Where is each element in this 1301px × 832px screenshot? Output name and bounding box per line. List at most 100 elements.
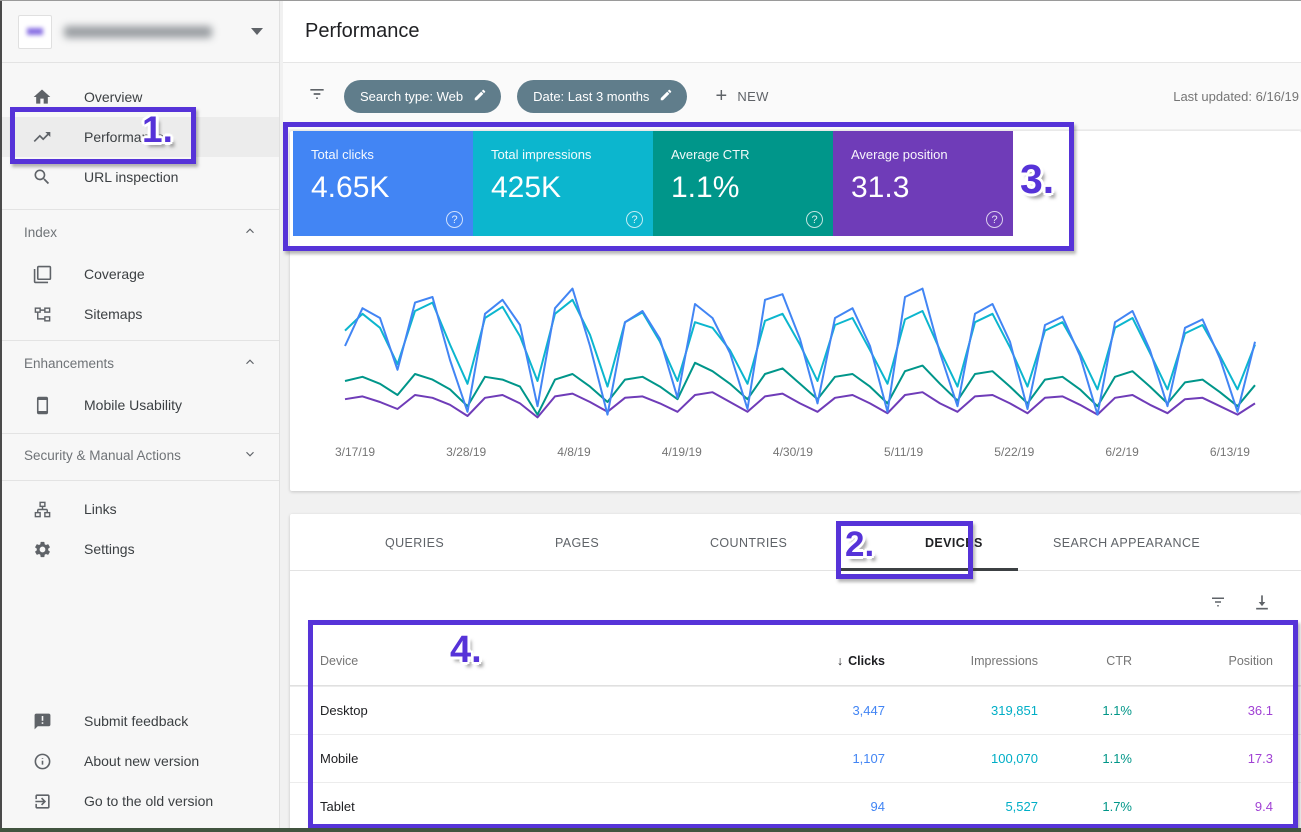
links-icon [32,499,52,519]
home-icon [32,87,52,107]
date-range-chip[interactable]: Date: Last 3 months [517,80,687,113]
sidebar-item-about-new-version[interactable]: About new version [2,741,279,781]
performance-chart-panel: Total clicks 4.65K ? Total impressions 4… [290,131,1301,491]
col-header-device[interactable]: Device [290,654,735,668]
metric-label: Total clicks [311,147,473,162]
exit-icon [32,791,52,811]
metric-label: Total impressions [491,147,653,162]
page-title: Performance [283,20,420,43]
tab-pages[interactable]: PAGES [555,514,599,571]
tab-countries[interactable]: COUNTRIES [710,514,787,571]
sidebar-item-url-inspection[interactable]: URL inspection [2,157,279,197]
help-icon[interactable]: ? [986,211,1003,228]
sidebar-item-submit-feedback[interactable]: Submit feedback [2,701,279,741]
caret-down-icon [251,28,263,35]
tab-devices[interactable]: DEVICES [925,514,983,571]
performance-line-chart [345,283,1255,423]
site-logo [18,15,52,49]
x-tick: 5/22/19 [994,445,1034,459]
sidebar-item-label: Go to the old version [84,793,213,809]
sidebar-section-security[interactable]: Security & Manual Actions [2,434,279,480]
sidebar-item-sitemaps[interactable]: Sitemaps [2,294,279,334]
chevron-up-icon [243,224,257,241]
last-updated-label: Last updated: 6/16/19 [1173,63,1301,129]
sidebar-item-label: Sitemaps [84,306,142,322]
sidebar: Overview Performance URL inspection Inde… [0,1,280,832]
tab-queries[interactable]: QUERIES [385,514,444,571]
dimension-tabs: QUERIES PAGES COUNTRIES DEVICES SEARCH A… [290,514,1301,571]
search-type-chip[interactable]: Search type: Web [344,80,501,113]
x-tick: 4/8/19 [557,445,590,459]
table-filter-icon[interactable] [1207,591,1229,613]
x-tick: 4/30/19 [773,445,813,459]
search-console-app: Overview Performance URL inspection Inde… [0,0,1301,832]
metric-value: 31.3 [851,171,1013,205]
x-tick: 3/28/19 [446,445,486,459]
metric-cards: Total clicks 4.65K ? Total impressions 4… [293,131,1013,236]
sidebar-item-links[interactable]: Links [2,489,279,529]
coverage-icon [32,264,52,284]
table-row-desktop[interactable]: Desktop 3,447 319,851 1.1% 36.1 [290,686,1301,734]
plus-icon: + [715,85,727,108]
pencil-icon [659,88,673,105]
col-header-impressions[interactable]: Impressions [885,654,1038,668]
col-header-clicks[interactable]: ↓Clicks [735,654,885,668]
help-icon[interactable]: ? [806,211,823,228]
tab-search-appearance[interactable]: SEARCH APPEARANCE [1053,514,1200,571]
average-position-card[interactable]: Average position 31.3 ? [833,131,1013,236]
mobile-icon [32,395,52,415]
sidebar-item-go-to-old-version[interactable]: Go to the old version [2,781,279,821]
devices-table: Device ↓Clicks Impressions CTR Position … [290,636,1301,830]
filter-bar: Search type: Web Date: Last 3 months + N… [283,63,1301,129]
search-icon [32,167,52,187]
sidebar-item-label: Performance [84,129,164,145]
metric-label: Average position [851,147,1013,162]
sort-descending-icon: ↓ [837,654,843,668]
sidebar-item-label: About new version [84,753,199,769]
new-filter-button[interactable]: + NEW [715,85,768,108]
sidebar-item-label: Overview [84,89,142,105]
feedback-icon [32,711,52,731]
table-row-mobile[interactable]: Mobile 1,107 100,070 1.1% 17.3 [290,734,1301,782]
selected-tab-underline [841,568,1018,571]
x-tick: 6/13/19 [1210,445,1250,459]
property-selector[interactable] [2,1,279,63]
sidebar-item-label: URL inspection [84,169,178,185]
main-header: Performance [283,1,1301,63]
screenshot-bottom-edge [0,828,1301,832]
pencil-icon [473,88,487,105]
download-icon[interactable] [1251,591,1273,613]
x-tick: 4/19/19 [662,445,702,459]
metric-value: 425K [491,171,653,205]
average-ctr-card[interactable]: Average CTR 1.1% ? [653,131,833,236]
table-row-tablet[interactable]: Tablet 94 5,527 1.7% 9.4 [290,782,1301,830]
x-tick: 5/11/19 [884,445,923,459]
sidebar-item-overview[interactable]: Overview [2,77,279,117]
sidebar-section-enhancements[interactable]: Enhancements [2,341,279,385]
chevron-down-icon [243,447,257,464]
help-icon[interactable]: ? [626,211,643,228]
dimensions-table-panel: QUERIES PAGES COUNTRIES DEVICES SEARCH A… [290,514,1301,832]
sidebar-item-label: Mobile Usability [84,397,182,413]
sidebar-section-index[interactable]: Index [2,210,279,254]
x-tick: 3/17/19 [335,445,375,459]
sitemaps-icon [32,304,52,324]
table-header-row: Device ↓Clicks Impressions CTR Position [290,636,1301,686]
sidebar-item-settings[interactable]: Settings [2,529,279,569]
help-icon[interactable]: ? [446,211,463,228]
sidebar-item-label: Coverage [84,266,145,282]
total-clicks-card[interactable]: Total clicks 4.65K ? [293,131,473,236]
total-impressions-card[interactable]: Total impressions 425K ? [473,131,653,236]
sidebar-item-label: Settings [84,541,135,557]
property-name-blurred [64,26,212,38]
info-icon [32,751,52,771]
sidebar-item-mobile-usability[interactable]: Mobile Usability [2,385,279,425]
filter-icon[interactable] [306,84,328,109]
chevron-up-icon [243,355,257,372]
col-header-ctr[interactable]: CTR [1038,654,1132,668]
metric-value: 4.65K [311,171,473,205]
sidebar-item-label: Submit feedback [84,713,188,729]
col-header-position[interactable]: Position [1132,654,1273,668]
sidebar-item-coverage[interactable]: Coverage [2,254,279,294]
sidebar-item-performance[interactable]: Performance [2,117,279,157]
